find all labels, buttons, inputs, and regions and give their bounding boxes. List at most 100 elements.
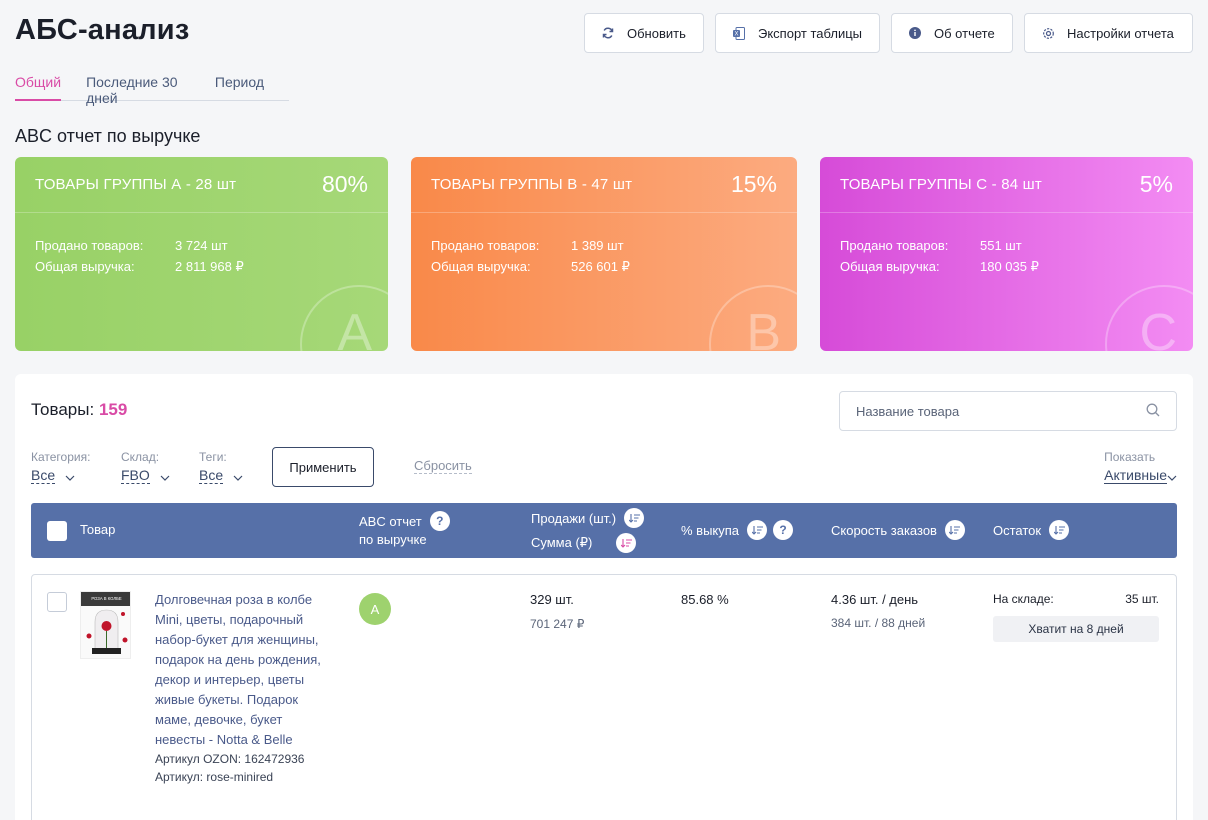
sold-label: Продано товаров: — [840, 238, 949, 253]
refresh-button[interactable]: Обновить — [584, 13, 704, 53]
show-filter[interactable]: Показать Активные — [1104, 450, 1177, 484]
header-speed-label: Скорость заказов — [831, 522, 937, 538]
sort-icon[interactable] — [747, 520, 768, 540]
sort-icon[interactable] — [944, 520, 965, 540]
header-sales-line1: Продажи (шт.) — [531, 510, 617, 526]
show-label: Показать — [1104, 450, 1156, 464]
stock-cell: На складе: 35 шт. Хватит на 8 дней — [993, 592, 1159, 642]
chevron-down-icon[interactable] — [233, 468, 243, 484]
page-title: АБС-анализ — [15, 14, 190, 46]
tabs: Общий Последние 30 дней Период — [15, 74, 289, 106]
group-c-letter: C — [1139, 304, 1177, 351]
stock-enough-badge: Хватит на 8 дней — [993, 616, 1159, 642]
thumbnail-caption: РОЗА В КОЛБЕ — [91, 596, 121, 601]
group-a-revenue: 2 811 968 ₽ — [175, 259, 244, 274]
row-checkbox[interactable] — [47, 592, 67, 612]
group-c-card: ТОВАРЫ ГРУППЫ С - 84 шт 5% Продано товар… — [820, 157, 1193, 351]
select-all-checkbox[interactable] — [47, 521, 67, 541]
warehouse-filter[interactable]: Склад: FBO — [121, 450, 170, 484]
chevron-down-icon[interactable] — [65, 468, 75, 484]
group-c-revenue: 180 035 ₽ — [980, 259, 1039, 274]
product-thumbnail[interactable]: РОЗА В КОЛБЕ — [80, 591, 131, 659]
group-a-letter: A — [337, 304, 372, 351]
about-label: Об отчете — [934, 25, 995, 41]
chevron-down-icon[interactable] — [1167, 468, 1177, 484]
sort-active-icon[interactable] — [616, 533, 637, 553]
sold-label: Продано товаров: — [431, 238, 540, 253]
sort-icon[interactable] — [1049, 520, 1070, 540]
tab-last-30-days[interactable]: Последние 30 дней — [86, 74, 190, 106]
reset-link[interactable]: Сбросить — [414, 458, 472, 474]
export-label: Экспорт таблицы — [758, 25, 862, 41]
settings-label: Настройки отчета — [1067, 25, 1174, 41]
about-report-button[interactable]: Об отчете — [891, 13, 1013, 53]
sales-sum: 701 247 ₽ — [530, 617, 585, 631]
header-buyout: % выкупа ? — [681, 520, 794, 540]
table-header: Товар ABC отчет ? по выручке Продажи (шт… — [31, 503, 1177, 558]
group-a-percent: 80% — [321, 171, 368, 197]
group-b-name: ТОВАРЫ ГРУППЫ В - 47 шт — [431, 176, 633, 193]
help-icon[interactable]: ? — [429, 511, 450, 531]
header-sum: Сумма (₽) — [531, 533, 637, 553]
group-b-sold: 1 389 шт — [571, 238, 624, 253]
chevron-down-icon[interactable] — [160, 468, 170, 484]
excel-icon: X — [732, 26, 746, 40]
goods-label: Товары: — [31, 400, 95, 419]
article: Артикул: rose-minired — [155, 770, 274, 784]
search-input[interactable]: Название товара — [839, 391, 1177, 431]
header-speed: Скорость заказов — [831, 520, 965, 540]
category-value[interactable]: Все — [31, 467, 56, 484]
apply-button[interactable]: Применить — [272, 447, 374, 487]
section-title: ABC отчет по выручке — [15, 126, 201, 146]
tags-value[interactable]: Все — [199, 467, 224, 484]
header-sales-line2: Сумма (₽) — [531, 535, 593, 550]
refresh-label: Обновить — [627, 25, 686, 41]
warehouse-label: Склад: — [121, 450, 160, 464]
ozon-article: Артикул OZON: 162472936 — [155, 752, 305, 766]
group-b-card: ТОВАРЫ ГРУППЫ В - 47 шт 15% Продано това… — [411, 157, 797, 351]
svg-text:X: X — [734, 31, 738, 37]
header-product: Товар — [80, 522, 116, 537]
group-a-name: ТОВАРЫ ГРУППЫ А - 28 шт — [35, 176, 237, 193]
group-b-percent: 15% — [730, 171, 777, 197]
sold-label: Продано товаров: — [35, 238, 144, 253]
goods-count: 159 — [98, 400, 128, 419]
export-button[interactable]: X Экспорт таблицы — [715, 13, 880, 53]
speed-detail: 384 шт. / 88 дней — [831, 616, 926, 630]
sort-icon[interactable] — [624, 508, 645, 528]
refresh-icon — [601, 26, 615, 40]
report-settings-button[interactable]: Настройки отчета — [1024, 13, 1193, 53]
sales-qty: 329 шт. — [530, 592, 574, 607]
show-value[interactable]: Активные — [1104, 467, 1167, 484]
product-name-column: Долговечная роза в колбе Mini, цветы, по… — [155, 590, 330, 786]
group-a-card: ТОВАРЫ ГРУППЫ А - 28 шт 80% Продано това… — [15, 157, 388, 351]
group-a-sold: 3 724 шт — [175, 238, 228, 253]
header-stock: Остаток — [993, 520, 1070, 540]
header-sales: Продажи (шт.) — [531, 508, 645, 528]
table-row: РОЗА В КОЛБЕ Долговечная роза в колбе Mi… — [31, 574, 1177, 820]
tags-label: Теги: — [199, 450, 227, 464]
sales-cell: 329 шт. 701 247 ₽ — [530, 592, 584, 631]
category-filter[interactable]: Категория: Все — [31, 450, 90, 484]
revenue-label: Общая выручка: — [840, 259, 940, 274]
group-c-percent: 5% — [1139, 171, 1173, 197]
help-icon[interactable]: ? — [773, 520, 794, 540]
abc-group-badge: A — [359, 593, 391, 625]
info-icon — [908, 26, 922, 40]
product-name-link[interactable]: Долговечная роза в колбе Mini, цветы, по… — [155, 590, 330, 750]
tab-period[interactable]: Период — [215, 74, 264, 101]
header-abc-line1: ABC отчет — [359, 513, 422, 529]
header-buyout-label: % выкупа — [681, 522, 740, 538]
revenue-label: Общая выручка: — [35, 259, 135, 274]
header-stock-label: Остаток — [993, 522, 1042, 538]
search-placeholder: Название товара — [856, 403, 960, 419]
tags-filter[interactable]: Теги: Все — [199, 450, 243, 484]
group-b-revenue: 526 601 ₽ — [571, 259, 630, 274]
group-c-sold: 551 шт — [980, 238, 1022, 253]
tab-general[interactable]: Общий — [15, 74, 62, 101]
revenue-label: Общая выручка: — [431, 259, 531, 274]
warehouse-value[interactable]: FBO — [121, 467, 150, 484]
stock-label: На складе: — [993, 592, 1054, 606]
search-icon[interactable] — [1146, 403, 1160, 420]
group-b-letter: B — [746, 304, 781, 351]
